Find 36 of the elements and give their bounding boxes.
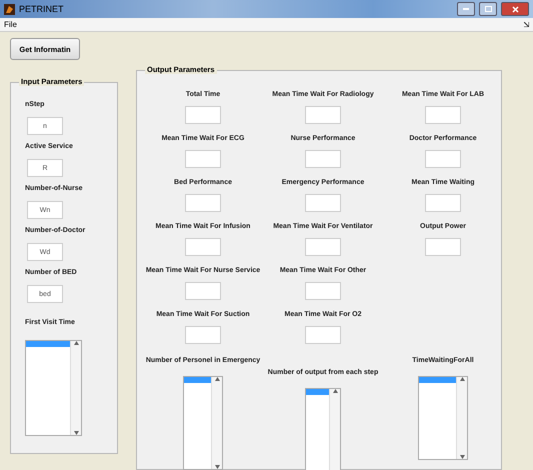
list-box[interactable] xyxy=(183,376,223,470)
app-icon xyxy=(4,4,15,14)
output-field[interactable] xyxy=(305,150,341,168)
output-field[interactable] xyxy=(185,326,221,344)
output-field[interactable] xyxy=(185,238,221,256)
scroll-up-icon[interactable] xyxy=(460,377,464,381)
close-icon xyxy=(512,6,518,12)
output-field[interactable] xyxy=(425,194,461,212)
scroll-down-icon[interactable] xyxy=(74,431,78,435)
output-field[interactable] xyxy=(425,150,461,168)
output-field[interactable] xyxy=(185,150,221,168)
output-field[interactable] xyxy=(305,106,341,124)
list-box[interactable] xyxy=(418,376,468,460)
minimize-icon xyxy=(463,8,469,10)
output-field[interactable] xyxy=(425,238,461,256)
list-box[interactable] xyxy=(305,388,341,470)
scroll-down-icon[interactable] xyxy=(460,455,464,459)
output-field[interactable] xyxy=(425,106,461,124)
list-box[interactable] xyxy=(25,340,82,436)
dock-arrow-icon[interactable] xyxy=(524,22,529,27)
output-field[interactable] xyxy=(185,282,221,300)
output-field[interactable] xyxy=(185,106,221,124)
close-button[interactable] xyxy=(501,2,529,16)
output-field[interactable] xyxy=(305,238,341,256)
scroll-up-icon[interactable] xyxy=(332,389,338,393)
minimize-button[interactable] xyxy=(457,2,475,16)
window-title: PETRINET xyxy=(19,4,65,14)
scroll-down-icon[interactable] xyxy=(214,465,220,469)
maximize-button[interactable] xyxy=(479,2,497,16)
scroll-up-icon[interactable] xyxy=(214,377,220,381)
output-field[interactable] xyxy=(185,194,221,212)
output-field[interactable] xyxy=(305,282,341,300)
output-field[interactable] xyxy=(305,326,341,344)
output-field[interactable] xyxy=(305,194,341,212)
maximize-icon xyxy=(484,6,492,12)
scroll-up-icon[interactable] xyxy=(74,341,78,345)
